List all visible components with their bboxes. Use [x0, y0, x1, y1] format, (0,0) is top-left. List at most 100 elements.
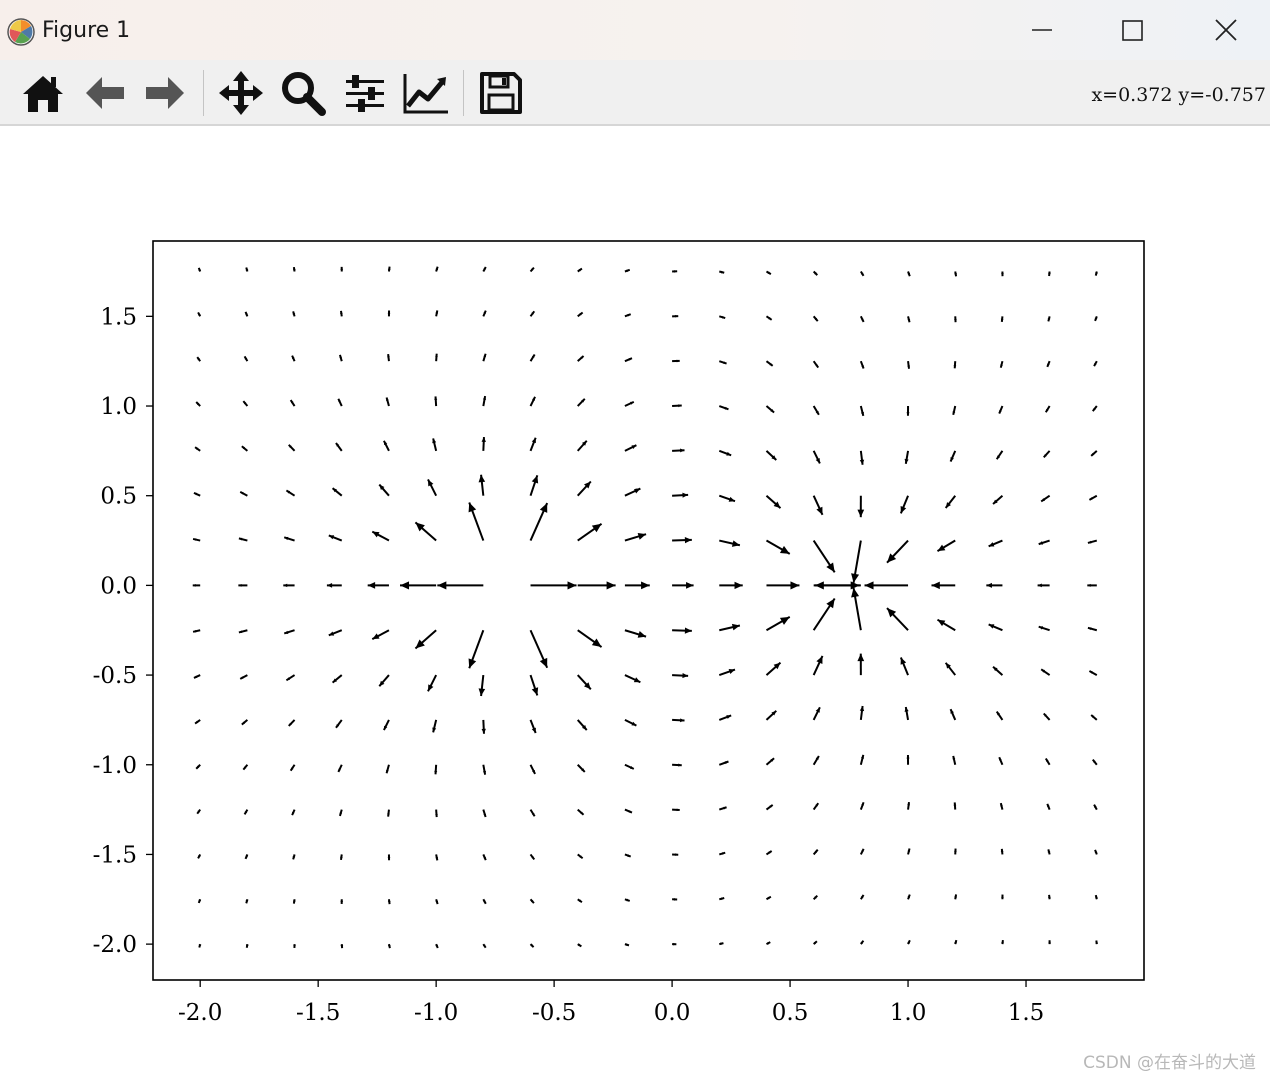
quiver-arrow — [338, 354, 343, 362]
y-tick-label: -2.0 — [93, 932, 137, 958]
quiver-arrow — [192, 584, 201, 587]
quiver-arrow — [765, 360, 774, 367]
zoom-button[interactable] — [278, 68, 328, 118]
quiver-arrow — [672, 627, 692, 634]
quiver-arrow — [624, 763, 635, 770]
quiver-arrow — [812, 405, 820, 416]
quiver-arrow — [812, 849, 819, 856]
pan-button[interactable] — [216, 68, 266, 118]
quiver-arrow — [482, 898, 487, 905]
quiver-arrow — [672, 763, 682, 767]
floppy-disk-icon — [476, 68, 526, 118]
window-title: Figure 1 — [42, 18, 131, 43]
quiver-arrow — [577, 581, 616, 590]
quiver-arrow — [906, 406, 910, 416]
quiver-arrow — [992, 666, 1004, 676]
quiver-arrow — [1094, 271, 1098, 276]
quiver-arrow — [427, 674, 438, 692]
quiver-arrow — [907, 316, 911, 323]
quiver-arrow — [340, 310, 343, 317]
edit-axis-button[interactable] — [401, 68, 451, 118]
x-tick-label: -2.0 — [178, 1000, 222, 1026]
quiver-arrow — [765, 710, 777, 721]
quiver-arrow — [577, 943, 582, 948]
maximize-button[interactable] — [1110, 10, 1156, 50]
quiver-arrow — [1090, 714, 1098, 721]
quiver-arrow — [624, 853, 632, 858]
quiver-arrow — [340, 854, 343, 861]
quiver-arrow — [1094, 849, 1098, 855]
y-tick-label: -1.0 — [93, 753, 137, 779]
forward-button[interactable] — [140, 68, 190, 118]
quiver-arrow — [192, 629, 201, 633]
quiver-arrow — [1094, 894, 1098, 900]
quiver-arrow — [999, 802, 1004, 810]
back-button[interactable] — [80, 68, 130, 118]
quiver-arrow — [1040, 494, 1051, 503]
quiver-arrow — [859, 801, 865, 810]
quiver-arrow — [1037, 583, 1050, 588]
minimize-button[interactable] — [1019, 10, 1065, 50]
y-tick-label: 0.5 — [100, 484, 137, 510]
quiver-arrow — [197, 853, 202, 859]
quiver-arrow — [624, 719, 637, 727]
quiver-arrow — [367, 582, 389, 589]
quiver-arrow — [624, 898, 631, 902]
quiver-arrow — [812, 655, 824, 676]
quiver-arrow — [529, 310, 536, 317]
quiver-arrow — [672, 359, 680, 363]
quiver-arrow — [859, 315, 865, 323]
configure-subplots-button[interactable] — [340, 68, 390, 118]
quiver-arrow — [577, 764, 586, 773]
quiver-arrow — [1043, 712, 1051, 721]
magnifier-icon — [278, 68, 328, 118]
quiver-arrow — [1047, 316, 1051, 322]
quiver-arrow — [482, 764, 487, 775]
quiver-arrow — [718, 449, 732, 457]
quiver-arrow — [285, 489, 296, 497]
quiver-arrow — [765, 270, 772, 275]
quiver-arrow — [624, 808, 633, 814]
quiver-arrow — [944, 495, 957, 509]
quiver-arrow — [907, 894, 911, 900]
quiver-arrow — [1038, 539, 1050, 546]
quiver-arrow — [999, 360, 1004, 368]
quiver-arrow — [196, 809, 201, 815]
quiver-arrow — [1001, 894, 1004, 900]
close-button[interactable] — [1203, 10, 1249, 50]
quiver-arrow — [198, 943, 202, 948]
quiver-arrow — [383, 719, 390, 731]
quiver-arrow — [904, 706, 910, 721]
quiver-arrow — [1088, 670, 1098, 676]
quiver-arrow — [238, 537, 248, 542]
quiver-arrow — [859, 848, 865, 855]
quiver-arrow — [954, 894, 958, 900]
quiver-arrow — [1000, 316, 1004, 322]
quiver-arrow — [907, 801, 911, 810]
quiver-arrow — [192, 537, 201, 542]
quiver-arrow — [812, 539, 836, 573]
quiver-arrow — [435, 898, 439, 905]
quiver-arrow — [765, 757, 775, 766]
quiver-arrow — [432, 719, 438, 733]
quiver-arrow — [529, 396, 536, 407]
quiver-arrow — [907, 939, 911, 945]
quiver-arrow — [577, 629, 603, 648]
quiver-arrow — [812, 755, 820, 766]
toolbar-separator — [463, 70, 464, 116]
home-button[interactable] — [18, 68, 68, 118]
quiver-arrow — [672, 942, 677, 946]
quiver-arrow — [478, 474, 486, 496]
quiver-plot[interactable]: -2.0 -1.5 -1.0 -0.5 0.0 0.5 1.0 1.5 -2.0 -1.5 -1.… — [0, 126, 1270, 1081]
quiver-arrow — [414, 629, 437, 650]
maximize-icon — [1110, 10, 1156, 50]
quiver-arrow — [718, 806, 727, 811]
quiver-arrow — [936, 618, 956, 632]
quiver-arrow — [331, 674, 343, 684]
quiver-arrow — [624, 581, 650, 590]
quiver-arrow — [998, 405, 1004, 414]
quiver-arrow — [481, 436, 486, 451]
save-button[interactable] — [476, 68, 526, 118]
quiver-arrow — [906, 755, 910, 765]
quiver-arrow — [1093, 360, 1098, 367]
